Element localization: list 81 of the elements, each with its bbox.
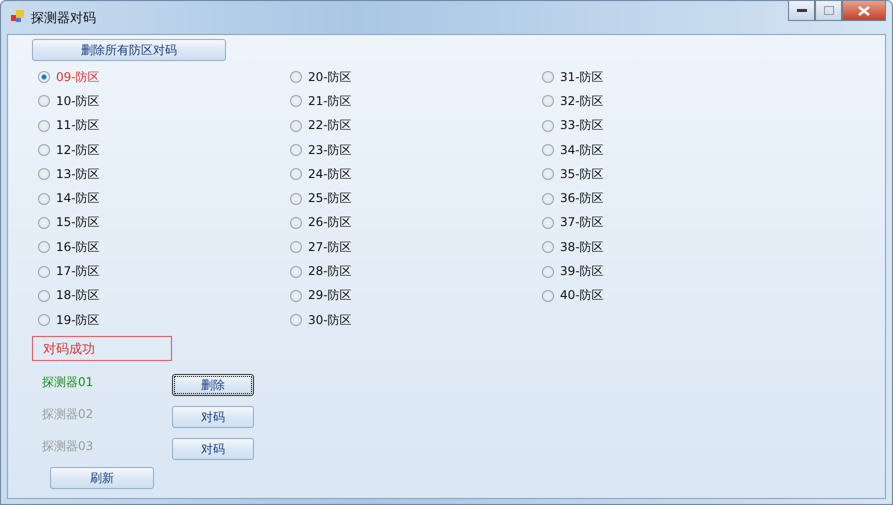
radio-icon[interactable] <box>38 314 50 326</box>
zone-radio[interactable]: 25-防区 <box>290 186 542 211</box>
zone-radio[interactable]: 20-防区 <box>290 65 542 90</box>
radio-icon[interactable] <box>38 266 50 278</box>
radio-icon[interactable] <box>290 144 302 156</box>
radio-icon[interactable] <box>542 192 554 205</box>
detector-action-button[interactable]: 对码 <box>172 406 254 428</box>
radio-icon[interactable] <box>38 168 50 180</box>
zone-radio[interactable]: 14-防区 <box>38 186 290 211</box>
zone-radio[interactable]: 34-防区 <box>542 138 794 162</box>
minimize-icon <box>796 8 806 12</box>
radio-icon[interactable] <box>290 290 302 302</box>
zone-radio[interactable]: 15-防区 <box>38 210 290 236</box>
radio-icon[interactable] <box>290 216 302 229</box>
app-icon <box>11 9 25 23</box>
radio-icon[interactable] <box>542 95 554 108</box>
radio-icon[interactable] <box>290 95 302 108</box>
radio-icon[interactable] <box>542 266 554 278</box>
refresh-button[interactable]: 刷新 <box>50 467 154 490</box>
zone-radio[interactable]: 23-防区 <box>290 138 542 162</box>
radio-icon[interactable] <box>290 314 302 326</box>
zone-radio[interactable]: 38-防区 <box>542 235 794 260</box>
zone-radio[interactable]: 13-防区 <box>38 162 290 186</box>
delete-all-button[interactable]: 删除所有防区对码 <box>32 39 226 61</box>
radio-icon[interactable] <box>38 95 50 108</box>
radio-icon[interactable] <box>290 266 302 278</box>
radio-icon[interactable] <box>38 241 50 254</box>
close-button[interactable] <box>842 1 886 21</box>
detector-label: 探测器03 <box>42 438 94 455</box>
radio-icon[interactable] <box>542 241 554 254</box>
zone-radio[interactable]: 26-防区 <box>290 210 542 236</box>
zone-radio[interactable]: 28-防区 <box>290 259 542 284</box>
radio-icon[interactable] <box>38 192 50 205</box>
zone-radio[interactable]: 27-防区 <box>290 235 542 260</box>
zone-radio[interactable]: 18-防区 <box>38 284 290 308</box>
zone-radio[interactable]: 30-防区 <box>290 308 542 332</box>
detector-label: 探测器02 <box>42 406 94 423</box>
zone-radio[interactable]: 36-防区 <box>542 186 794 211</box>
radio-icon[interactable] <box>38 216 50 229</box>
detector-action-button[interactable]: 对码 <box>172 438 254 460</box>
radio-icon[interactable] <box>542 120 554 132</box>
zone-radio[interactable]: 12-防区 <box>38 138 290 162</box>
radio-icon[interactable] <box>38 290 50 302</box>
close-icon <box>858 6 870 16</box>
minimize-button[interactable] <box>788 1 815 21</box>
radio-icon[interactable] <box>542 144 554 156</box>
radio-icon[interactable] <box>542 71 554 84</box>
zone-radio[interactable]: 17-防区 <box>38 259 290 284</box>
maximize-button[interactable] <box>815 1 842 21</box>
radio-icon[interactable] <box>290 168 302 180</box>
maximize-icon <box>824 6 834 15</box>
zone-radio[interactable]: 39-防区 <box>542 259 794 284</box>
radio-icon[interactable] <box>38 120 50 132</box>
radio-icon[interactable] <box>38 71 50 84</box>
zone-radio[interactable]: 19-防区 <box>38 308 290 332</box>
detector-label: 探测器01 <box>42 374 94 391</box>
radio-icon[interactable] <box>290 120 302 132</box>
zone-radio[interactable]: 37-防区 <box>542 210 794 236</box>
radio-icon[interactable] <box>542 290 554 302</box>
zone-radio[interactable]: 35-防区 <box>542 162 794 186</box>
window-title: 探测器对码 <box>31 10 96 27</box>
radio-icon[interactable] <box>290 192 302 205</box>
zone-radio[interactable]: 21-防区 <box>290 89 542 114</box>
radio-icon[interactable] <box>542 216 554 229</box>
radio-icon[interactable] <box>290 241 302 254</box>
zone-radio[interactable]: 29-防区 <box>290 284 542 308</box>
zone-radio[interactable]: 33-防区 <box>542 114 794 138</box>
zone-radio[interactable]: 24-防区 <box>290 162 542 186</box>
zone-radio[interactable]: 31-防区 <box>542 65 794 90</box>
zone-radio[interactable]: 10-防区 <box>38 89 290 114</box>
radio-icon[interactable] <box>290 71 302 84</box>
zone-radio[interactable]: 11-防区 <box>38 114 290 138</box>
zone-radio[interactable]: 40-防区 <box>542 284 794 308</box>
radio-icon[interactable] <box>38 144 50 156</box>
status-label: 对码成功 <box>32 336 172 362</box>
zone-radio[interactable]: 22-防区 <box>290 114 542 138</box>
zone-radio[interactable]: 16-防区 <box>38 235 290 260</box>
zone-radio[interactable]: 32-防区 <box>542 89 794 114</box>
zone-radio[interactable]: 09-防区 <box>38 65 290 90</box>
detector-action-button[interactable]: 删除 <box>172 374 254 396</box>
radio-icon[interactable] <box>542 168 554 180</box>
